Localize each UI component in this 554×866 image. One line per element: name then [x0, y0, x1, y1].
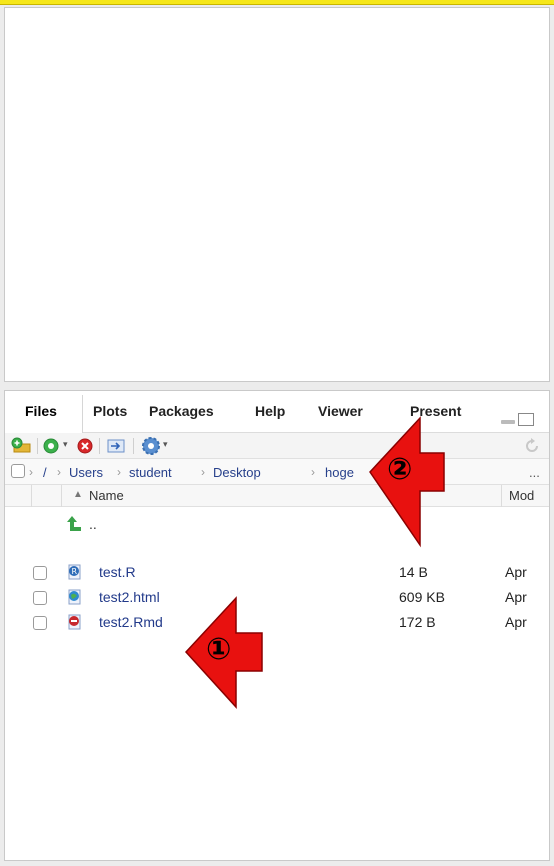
callout-label-2: ② — [387, 452, 413, 487]
callout-label-1: ① — [206, 632, 232, 667]
callout-overlay — [184, 416, 445, 709]
